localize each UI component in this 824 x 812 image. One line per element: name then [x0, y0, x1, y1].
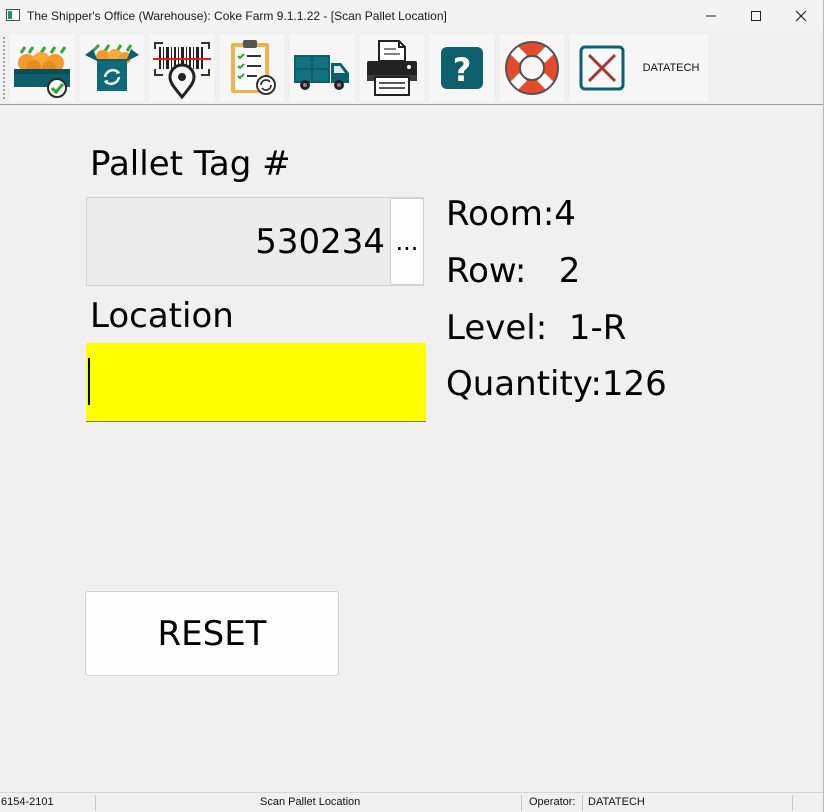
scan-pallet-location-form: Pallet Tag # 530234 ... Location Room:4 …	[0, 106, 823, 791]
location-input[interactable]	[86, 343, 426, 422]
shipping-truck-button[interactable]	[290, 34, 354, 102]
help-button[interactable]: ?	[430, 34, 494, 102]
repack-box-button[interactable]	[80, 34, 144, 102]
status-id: 6154-2101	[1, 796, 54, 808]
pallet-tag-label: Pallet Tag #	[90, 144, 291, 184]
quantity-info: Quantity:126	[446, 364, 667, 404]
status-bar: 6154-2101 Scan Pallet Location Operator:…	[0, 792, 823, 812]
repack-box-icon	[85, 43, 139, 91]
title-bar: The Shipper's Office (Warehouse): Coke F…	[0, 0, 823, 31]
printer-button[interactable]	[360, 34, 424, 102]
status-screen-name: Scan Pallet Location	[260, 796, 361, 808]
app-window: The Shipper's Office (Warehouse): Coke F…	[0, 0, 824, 812]
status-operator: DATATECH	[588, 796, 645, 808]
status-divider	[582, 795, 583, 811]
scan-location-icon	[153, 42, 211, 99]
receive-produce-icon	[14, 46, 70, 98]
text-caret	[88, 358, 90, 405]
status-operator-label: Operator:	[529, 796, 576, 808]
shipping-truck-icon	[294, 55, 349, 90]
close-icon	[795, 10, 807, 21]
location-label: Location	[90, 296, 234, 336]
help-icon: ?	[441, 47, 483, 89]
minimize-button[interactable]	[688, 0, 734, 31]
row-info: Row: 2	[446, 251, 581, 291]
toolbar: ? DATATECH	[0, 31, 823, 105]
toolbar-user-label: DATATECH	[634, 34, 708, 102]
receive-produce-button[interactable]	[10, 34, 74, 102]
exit-icon	[579, 45, 625, 91]
status-divider	[792, 795, 793, 811]
reset-button[interactable]: RESET	[85, 591, 339, 676]
room-info: Room:4	[446, 194, 576, 234]
pallet-browse-button[interactable]: ...	[390, 198, 424, 285]
toolbar-grip[interactable]	[3, 37, 5, 99]
inventory-checklist-icon	[231, 40, 276, 95]
maximize-button[interactable]	[733, 0, 779, 31]
scan-location-button[interactable]	[150, 34, 214, 102]
pallet-tag-field[interactable]: 530234	[86, 197, 424, 286]
maximize-icon	[751, 10, 761, 21]
svg-text:?: ?	[453, 51, 472, 89]
printer-icon	[367, 40, 417, 96]
exit-button[interactable]	[570, 34, 634, 102]
pallet-tag-value: 530234	[255, 222, 385, 262]
level-info: Level: 1-R	[446, 308, 627, 348]
inventory-checklist-button[interactable]	[220, 34, 284, 102]
window-title: The Shipper's Office (Warehouse): Coke F…	[27, 9, 447, 23]
support-lifebuoy-icon	[505, 41, 559, 95]
app-icon	[6, 9, 20, 21]
minimize-icon	[706, 15, 716, 16]
status-divider	[95, 795, 96, 811]
close-button[interactable]	[778, 0, 824, 31]
support-button[interactable]	[500, 34, 564, 102]
status-divider	[521, 795, 522, 811]
